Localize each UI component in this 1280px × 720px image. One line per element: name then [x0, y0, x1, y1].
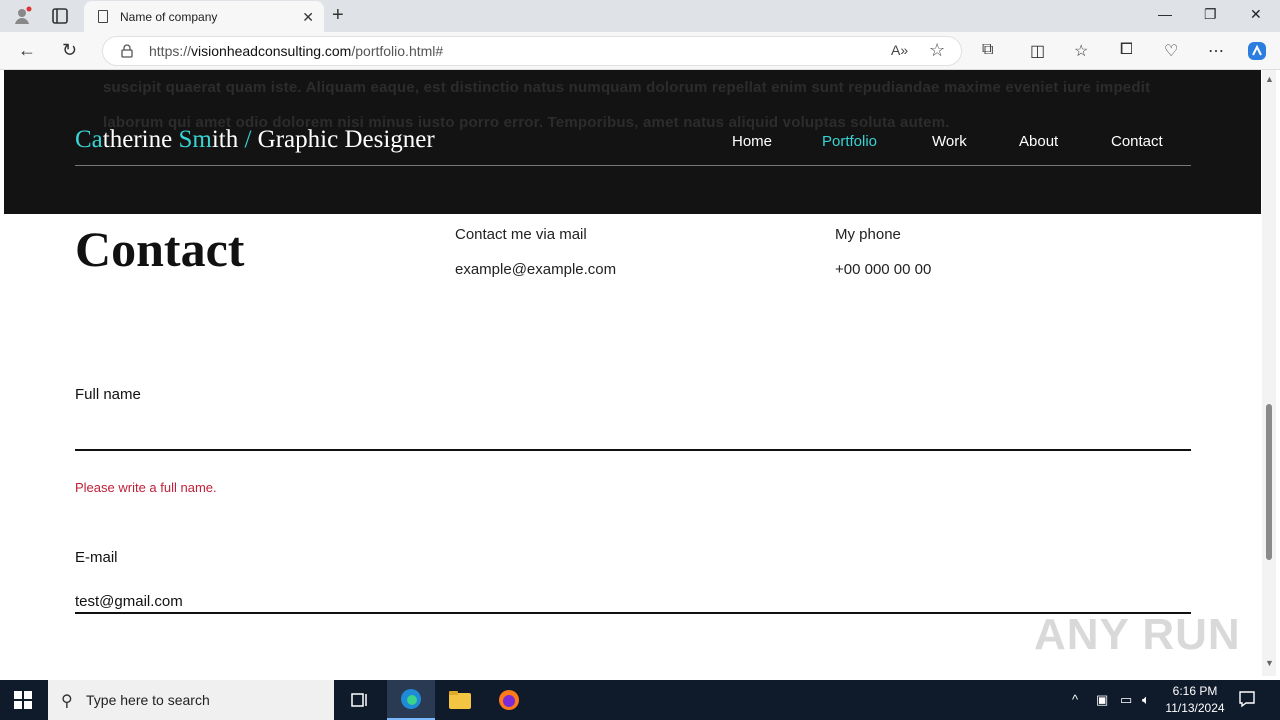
url-field[interactable]: https://visionheadconsulting.com/portfol… — [102, 36, 962, 66]
search-placeholder: Type here to search — [86, 692, 210, 708]
nav-portfolio[interactable]: Portfolio — [822, 133, 877, 150]
close-window-icon[interactable]: ✕ — [1250, 6, 1262, 23]
tab-actions-icon[interactable] — [50, 6, 70, 26]
browser-tab[interactable]: Name of company ✕ — [84, 1, 324, 32]
address-bar-row: ← ↻ https://visionheadconsulting.com/por… — [0, 32, 1280, 70]
task-view-icon[interactable] — [336, 680, 384, 720]
nav-work[interactable]: Work — [932, 133, 967, 150]
more-menu-icon[interactable]: ⋯ — [1208, 41, 1224, 61]
restore-icon[interactable]: ❐ — [1204, 6, 1217, 23]
browser-tab-bar: Name of company ✕ + — ❐ ✕ — [0, 0, 1280, 32]
logo-text-2: ith — [211, 126, 245, 153]
fullname-underline — [75, 449, 1191, 451]
taskbar-search[interactable]: ⚲ Type here to search — [48, 680, 334, 720]
nav-home[interactable]: Home — [732, 133, 772, 150]
nav-about[interactable]: About — [1019, 133, 1058, 150]
page-viewport: suscipit quaerat quam iste. Aliquam eaqu… — [4, 70, 1261, 676]
clock-time: 6:16 PM — [1172, 684, 1218, 698]
refresh-icon[interactable]: ↻ — [62, 40, 77, 61]
taskbar-clock[interactable]: 6:16 PM 11/13/2024 — [1162, 683, 1228, 717]
logo-text-1: therine — [102, 126, 179, 153]
nav-contact[interactable]: Contact — [1111, 133, 1163, 150]
nav-divider — [75, 165, 1191, 166]
fullname-label: Full name — [75, 386, 141, 403]
tab-title: Name of company — [120, 9, 218, 24]
anyrun-watermark: ANY RUN — [1034, 610, 1241, 659]
minimize-icon[interactable]: — — [1158, 6, 1172, 22]
edge-taskbar-icon[interactable] — [387, 680, 435, 720]
site-logo[interactable]: Catherine Smith / Graphic Designer — [75, 126, 435, 154]
email-label: E-mail — [75, 549, 118, 566]
logo-accent-1: Ca — [75, 126, 103, 153]
favorite-star-icon[interactable]: ☆ — [929, 40, 945, 61]
close-tab-icon[interactable]: ✕ — [302, 9, 314, 26]
network-icon[interactable]: ▭ — [1120, 692, 1132, 708]
fullname-error: Please write a full name. — [75, 480, 217, 495]
favorites-icon[interactable]: ☆ — [1074, 41, 1088, 61]
logo-accent-2: Sm — [178, 126, 212, 153]
notifications-icon[interactable] — [1238, 690, 1256, 708]
split-screen-icon[interactable]: ◫ — [1030, 41, 1045, 61]
scroll-thumb[interactable] — [1266, 404, 1272, 560]
extensions-icon[interactable]: ⧉ — [982, 41, 993, 59]
page-scrollbar[interactable]: ▲ ▼ — [1262, 70, 1276, 676]
url-prefix: https:// — [149, 43, 192, 59]
logo-text-3: Graphic Designer — [251, 126, 435, 153]
clock-date: 11/13/2024 — [1165, 701, 1225, 715]
email-input[interactable]: test@gmail.com — [75, 593, 183, 610]
lock-icon — [121, 44, 133, 58]
email-underline — [75, 612, 1191, 614]
collections-icon[interactable]: ⧠ — [1120, 41, 1133, 59]
mail-label: Contact me via mail — [455, 226, 587, 243]
phone-value: +00 000 00 00 — [835, 261, 932, 278]
site-header: suscipit quaerat quam iste. Aliquam eaqu… — [4, 70, 1261, 214]
profile-icon[interactable] — [12, 6, 32, 26]
firefox-icon[interactable] — [485, 680, 533, 720]
url-path: /portfolio.html# — [351, 43, 444, 59]
tray-device-icon[interactable]: ▣ — [1096, 692, 1108, 708]
url-domain: visionheadconsulting.com — [191, 43, 352, 59]
tray-overflow-icon[interactable]: ^ — [1072, 692, 1078, 707]
phone-label: My phone — [835, 226, 901, 243]
new-tab-icon[interactable]: + — [332, 4, 344, 27]
file-explorer-icon[interactable] — [436, 680, 484, 720]
browser-essentials-icon[interactable]: ♡ — [1164, 41, 1178, 61]
fullname-input[interactable] — [75, 410, 1191, 450]
back-icon[interactable]: ← — [18, 40, 36, 61]
volume-icon[interactable]: 🔈︎ — [1142, 692, 1150, 708]
mail-value: example@example.com — [455, 261, 617, 278]
scroll-down-icon[interactable]: ▼ — [1265, 658, 1274, 668]
contact-heading: Contact — [75, 221, 245, 277]
scroll-up-icon[interactable]: ▲ — [1265, 74, 1274, 84]
read-aloud-icon[interactable]: A» — [891, 42, 908, 58]
windows-taskbar: ⚲ Type here to search ^ ▣ ▭ 🔈︎ 6:16 PM 1… — [0, 680, 1280, 720]
windows-start-icon[interactable] — [14, 691, 32, 709]
search-icon: ⚲ — [61, 693, 73, 710]
document-icon — [98, 10, 108, 23]
copilot-icon[interactable] — [1246, 40, 1268, 62]
